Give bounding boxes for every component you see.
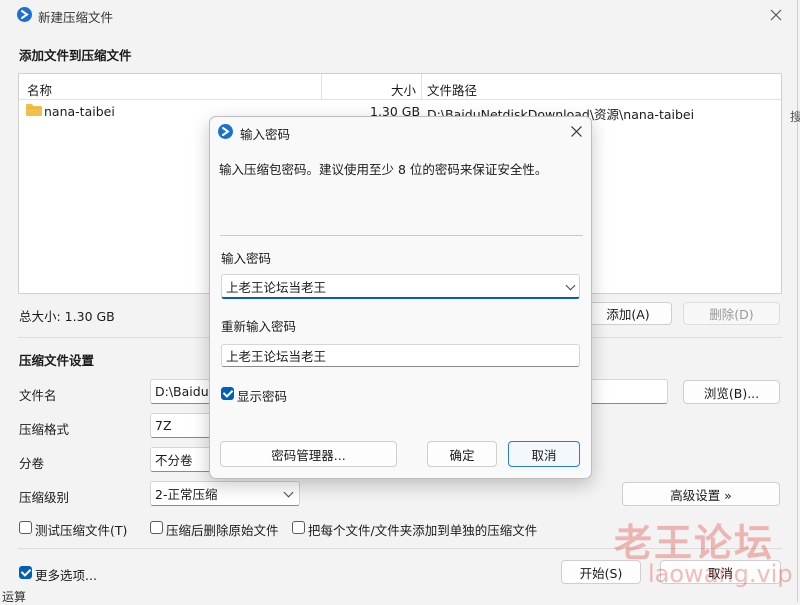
section-settings-title: 压缩文件设置 [19, 353, 95, 368]
column-path[interactable]: 文件路径 [427, 80, 477, 99]
reenter-password-input[interactable]: 上老王论坛当老王 [221, 344, 580, 367]
column-divider [321, 74, 322, 99]
format-label: 压缩格式 [19, 422, 70, 437]
dialog-close-icon[interactable] [570, 125, 583, 138]
level-select[interactable]: 2-正常压缩 [150, 481, 300, 506]
divider [220, 235, 583, 236]
watermark-url: laowang.vip [648, 560, 793, 588]
level-value: 2-正常压缩 [155, 487, 218, 502]
level-label: 压缩级别 [19, 490, 70, 505]
each-separately-label[interactable]: 把每个文件/文件夹添加到单独的压缩文件 [308, 520, 537, 539]
ok-button[interactable]: 确定 [427, 441, 497, 467]
file-name: nana-taibei [44, 104, 115, 119]
window-close-icon[interactable] [769, 8, 783, 22]
column-size[interactable]: 大小 [391, 80, 416, 99]
column-name[interactable]: 名称 [27, 80, 52, 99]
column-divider [421, 74, 422, 99]
add-button[interactable]: 添加(A) [584, 302, 672, 325]
watermark-logo: 老王论坛 laowang.vip [612, 512, 793, 594]
section-add-files-title: 添加文件到压缩文件 [19, 48, 132, 63]
more-options-checkbox[interactable] [19, 566, 32, 579]
total-size: 总大小: 1.30 GB [19, 309, 115, 324]
dialog-cancel-button[interactable]: 取消 [508, 441, 580, 467]
advanced-settings-button[interactable]: 高级设置 » [622, 482, 780, 506]
each-separately-checkbox[interactable] [292, 521, 305, 534]
background-text-fragment: 运算 [2, 590, 27, 604]
more-options-label[interactable]: 更多选项... [35, 565, 97, 584]
password-label: 输入密码 [221, 251, 272, 266]
delete-source-label[interactable]: 压缩后删除原始文件 [166, 520, 279, 539]
test-archive-label[interactable]: 测试压缩文件(T) [35, 520, 127, 539]
dialog-logo-icon [218, 124, 233, 139]
background-text-fragment: 搜 [790, 110, 800, 124]
delete-button[interactable]: 删除(D) [683, 302, 780, 325]
password-manager-button[interactable]: 密码管理器... [220, 441, 397, 467]
delete-source-checkbox[interactable] [150, 521, 163, 534]
chevron-down-icon [283, 487, 294, 498]
password-value: 上老王论坛当老王 [226, 279, 327, 295]
password-input[interactable]: 上老王论坛当老王 [221, 274, 580, 299]
folder-icon [26, 103, 42, 116]
split-label: 分卷 [19, 456, 45, 471]
window-title: 新建压缩文件 [38, 10, 114, 25]
browse-button[interactable]: 浏览(B)... [683, 380, 780, 404]
test-archive-checkbox[interactable] [19, 521, 32, 534]
password-dialog: 输入密码 输入压缩包密码。建议使用至少 8 位的密码来保证安全性。 输入密码 上… [209, 116, 592, 479]
reenter-label: 重新输入密码 [221, 319, 297, 334]
watermark-text: 老王论坛 [614, 521, 775, 565]
show-password-label[interactable]: 显示密码 [237, 386, 287, 405]
dialog-title: 输入密码 [240, 127, 291, 142]
file-list-header: 名称 大小 文件路径 [19, 74, 781, 100]
filename-label: 文件名 [19, 388, 57, 403]
dialog-description: 输入压缩包密码。建议使用至少 8 位的密码来保证安全性。 [219, 162, 548, 177]
show-password-checkbox[interactable] [221, 387, 234, 400]
app-logo-icon [17, 7, 32, 22]
chevron-down-icon[interactable] [565, 280, 576, 291]
